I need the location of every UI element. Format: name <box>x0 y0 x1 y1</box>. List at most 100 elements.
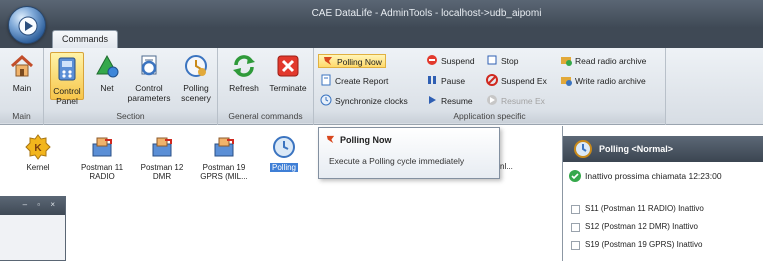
kernel-item[interactable]: K Kernel <box>8 134 68 172</box>
ribbon: Main Main Control Panel Net Control para… <box>0 48 763 125</box>
resume-ex-button[interactable]: Resume Ex <box>486 94 545 108</box>
tooltip-title: Polling Now <box>325 134 392 145</box>
tab-commands[interactable]: Commands <box>52 30 118 48</box>
no-entry-icon <box>486 74 498 86</box>
group-main-label: Main <box>0 110 43 123</box>
read-radio-archive-button[interactable]: Read radio archive <box>560 54 646 68</box>
polling-now-tooltip: Polling Now Execute a Polling cycle imme… <box>318 127 500 179</box>
postman-11-item[interactable]: Postman 11 RADIO <box>72 134 132 181</box>
postman-icon <box>92 137 112 157</box>
postman-12-item[interactable]: Postman 12 DMR <box>132 134 192 181</box>
title-bar: CAE DataLife - AdminTools - localhost->u… <box>0 0 763 28</box>
station-checkbox[interactable] <box>571 241 580 250</box>
window-controls[interactable]: – ▫ × <box>23 200 59 209</box>
control-panel-button[interactable]: Control Panel <box>50 52 84 106</box>
suspend-button[interactable]: Suspend <box>426 54 475 68</box>
net-icon <box>96 54 119 78</box>
polling-icon <box>574 140 592 158</box>
station-row[interactable]: S11 (Postman 11 RADIO) Inattivo <box>571 204 704 214</box>
create-report-button[interactable]: Create Report <box>320 74 388 88</box>
postman-19-label1: Postman 19 <box>202 163 246 172</box>
create-report-label: Create Report <box>335 76 389 86</box>
read-archive-icon <box>561 57 572 66</box>
minimized-window-titlebar: – ▫ × <box>0 197 65 215</box>
read-radio-label: Read radio archive <box>575 56 647 66</box>
write-archive-icon <box>561 77 572 86</box>
polling-scenery-icon <box>185 55 207 77</box>
write-radio-label: Write radio archive <box>575 76 646 86</box>
postman-icon <box>152 137 172 157</box>
postman-19-label2: GPRS (MIL... <box>200 172 248 181</box>
postman-11-label2: RADIO <box>89 172 115 181</box>
synchronize-clocks-button[interactable]: Synchronize clocks <box>320 94 408 108</box>
polling-scenery-label: Polling scenery <box>181 83 211 103</box>
polling-now-label: Polling Now <box>337 57 382 67</box>
resume-ex-icon <box>487 95 497 105</box>
refresh-button[interactable]: Refresh <box>224 52 264 93</box>
postman-11-label1: Postman 11 <box>80 163 124 172</box>
group-app-label: Application specific <box>314 110 665 123</box>
station-row-text: S11 (Postman 11 RADIO) Inattivo <box>585 204 704 213</box>
check-icon <box>569 170 581 182</box>
polling-now-button[interactable]: Polling Now <box>318 54 386 68</box>
main-button-label: Main <box>12 83 32 93</box>
polling-panel-header: Polling <Normal> <box>563 136 763 162</box>
postman-19-item[interactable]: Postman 19 GPRS (MIL... <box>194 134 254 181</box>
polling-now-icon <box>326 135 335 144</box>
resume-button[interactable]: Resume <box>426 94 473 108</box>
net-label: Net <box>100 83 114 93</box>
minimized-window[interactable]: – ▫ × <box>0 196 66 261</box>
suspend-icon <box>427 55 437 65</box>
polling-item[interactable]: Polling <box>262 134 306 172</box>
postman-12-label1: Postman 12 <box>140 163 184 172</box>
station-row[interactable]: S12 (Postman 12 DMR) Inattivo <box>571 222 698 232</box>
main-button[interactable]: Main <box>6 52 38 93</box>
group-main: Main Main <box>0 48 44 125</box>
resume-ex-label: Resume Ex <box>501 96 545 106</box>
write-radio-archive-button[interactable]: Write radio archive <box>560 74 646 88</box>
control-parameters-label: Control parameters <box>127 83 171 103</box>
control-panel-icon <box>58 57 76 81</box>
window-title: CAE DataLife - AdminTools - localhost->u… <box>311 8 542 19</box>
kernel-icon: K <box>25 134 51 160</box>
station-checkbox[interactable] <box>571 205 580 214</box>
home-icon <box>10 54 34 77</box>
polling-scenery-button[interactable]: Polling scenery <box>176 52 216 103</box>
terminate-button[interactable]: Terminate <box>264 52 312 93</box>
report-icon <box>321 74 331 86</box>
station-row[interactable]: S19 (Postman 19 GPRS) Inattivo <box>571 240 702 250</box>
stop-label: Stop <box>501 56 519 66</box>
pause-button[interactable]: Pause <box>426 74 465 88</box>
parameters-icon <box>141 55 157 76</box>
station-checkbox[interactable] <box>571 223 580 232</box>
svg-text:K: K <box>34 143 42 154</box>
truncated-item-label: nl... <box>500 162 513 171</box>
net-button[interactable]: Net <box>92 52 122 93</box>
ribbon-tab-strip: Commands <box>0 28 763 48</box>
suspend-ex-button[interactable]: Suspend Ex <box>486 74 547 88</box>
resume-icon <box>429 96 436 104</box>
kernel-label: Kernel <box>26 163 50 172</box>
group-section-label: Section <box>44 110 217 123</box>
application-menu-button[interactable] <box>8 6 46 44</box>
synchronize-clocks-label: Synchronize clocks <box>335 96 408 106</box>
control-parameters-button[interactable]: Control parameters <box>124 52 174 103</box>
group-application-specific: Polling Now Create Report Synchronize cl… <box>314 48 666 125</box>
stop-button[interactable]: Stop <box>486 54 519 68</box>
clock-icon <box>320 94 332 106</box>
tooltip-body: Execute a Polling cycle immediately <box>329 156 465 166</box>
group-section: Control Panel Net Control parameters Pol… <box>44 48 218 125</box>
group-general-commands: Refresh Terminate General commands <box>218 48 314 125</box>
tooltip-title-text: Polling Now <box>340 135 392 145</box>
polling-icon <box>273 136 295 158</box>
terminate-label: Terminate <box>269 83 307 93</box>
refresh-icon <box>233 55 255 77</box>
postman-12-label2: DMR <box>152 172 172 181</box>
refresh-label: Refresh <box>229 83 259 93</box>
suspend-label: Suspend <box>441 56 475 66</box>
play-icon <box>18 16 38 36</box>
polling-status-text: Inattivo prossima chiamata 12:23:00 <box>585 171 722 181</box>
terminate-icon <box>277 55 299 77</box>
pause-label: Pause <box>441 76 466 86</box>
control-panel-label: Control Panel <box>53 86 81 106</box>
